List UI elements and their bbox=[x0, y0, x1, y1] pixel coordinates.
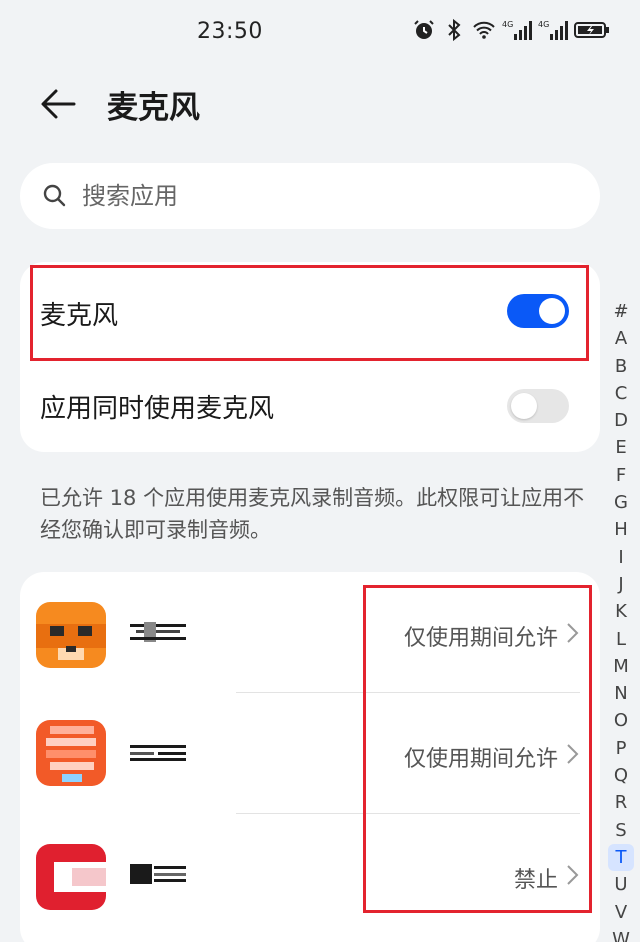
simultaneous-use-label: 应用同时使用麦克风 bbox=[40, 394, 275, 424]
battery-icon bbox=[574, 22, 609, 38]
signal-label: 4G bbox=[502, 20, 513, 29]
app-icon bbox=[36, 602, 106, 668]
search-input[interactable] bbox=[82, 182, 542, 210]
arrow-left-icon bbox=[41, 89, 76, 119]
app-name-pixelated bbox=[130, 864, 186, 884]
alphabet-index-letter[interactable]: C bbox=[608, 380, 634, 407]
alphabet-index-letter[interactable]: D bbox=[608, 407, 634, 434]
signal-4g-icon: 4G bbox=[538, 20, 568, 40]
signal-label: 4G bbox=[538, 20, 549, 29]
app-icon bbox=[36, 720, 106, 786]
search-box[interactable] bbox=[20, 163, 600, 229]
alphabet-index-letter[interactable]: V bbox=[608, 899, 634, 926]
alphabet-index-letter[interactable]: H bbox=[608, 516, 634, 543]
alphabet-index-letter[interactable]: E bbox=[608, 434, 634, 461]
alphabet-index-letter[interactable]: Q bbox=[608, 762, 634, 789]
alphabet-index-letter[interactable]: T bbox=[608, 843, 634, 872]
highlight-box bbox=[30, 265, 589, 361]
wifi-icon bbox=[473, 21, 495, 39]
alphabet-index-letter[interactable]: J bbox=[608, 571, 634, 598]
status-time: 23:50 bbox=[197, 19, 263, 44]
alphabet-index-letter[interactable]: B bbox=[608, 353, 634, 380]
alphabet-index-letter[interactable]: # bbox=[608, 298, 634, 325]
alarm-icon bbox=[414, 20, 434, 39]
status-bar: 23:50 4G 4G bbox=[0, 0, 640, 62]
app-icon bbox=[36, 844, 106, 910]
signal-4g-icon: 4G bbox=[502, 20, 532, 40]
alphabet-index-letter[interactable]: S bbox=[608, 817, 634, 844]
alphabet-index-letter[interactable]: A bbox=[608, 325, 634, 352]
alphabet-index-letter[interactable]: M bbox=[608, 653, 634, 680]
back-button[interactable] bbox=[36, 82, 80, 126]
alphabet-index-letter[interactable]: N bbox=[608, 680, 634, 707]
alphabet-index-letter[interactable]: U bbox=[608, 871, 634, 898]
alphabet-index-letter[interactable]: K bbox=[608, 598, 634, 625]
search-icon bbox=[43, 184, 66, 207]
alphabet-index[interactable]: # A B C D E F G H I J K L M N O P Q R S T U V W bbox=[608, 298, 634, 942]
page-title: 麦克风 bbox=[107, 90, 200, 126]
alphabet-index-letter[interactable]: I bbox=[608, 544, 634, 571]
app-name-pixelated bbox=[130, 745, 186, 761]
alphabet-index-letter[interactable]: P bbox=[608, 735, 634, 762]
alphabet-index-letter[interactable]: F bbox=[608, 462, 634, 489]
switch-knob bbox=[511, 393, 537, 419]
highlight-box bbox=[363, 585, 592, 913]
title-bar: 麦克风 bbox=[0, 70, 640, 136]
permission-description: 已允许 18 个应用使用麦克风录制音频。此权限可让应用不经您确认即可录制音频。 bbox=[40, 486, 585, 542]
bluetooth-icon bbox=[448, 18, 461, 42]
alphabet-index-letter[interactable]: G bbox=[608, 489, 634, 516]
app-name-pixelated bbox=[130, 622, 186, 642]
alphabet-index-letter[interactable]: W bbox=[608, 926, 634, 942]
simultaneous-use-switch[interactable] bbox=[507, 389, 569, 423]
status-icons: 4G 4G bbox=[412, 18, 610, 42]
alphabet-index-letter[interactable]: L bbox=[608, 626, 634, 653]
alphabet-index-letter[interactable]: R bbox=[608, 789, 634, 816]
alphabet-index-letter[interactable]: O bbox=[608, 707, 634, 734]
